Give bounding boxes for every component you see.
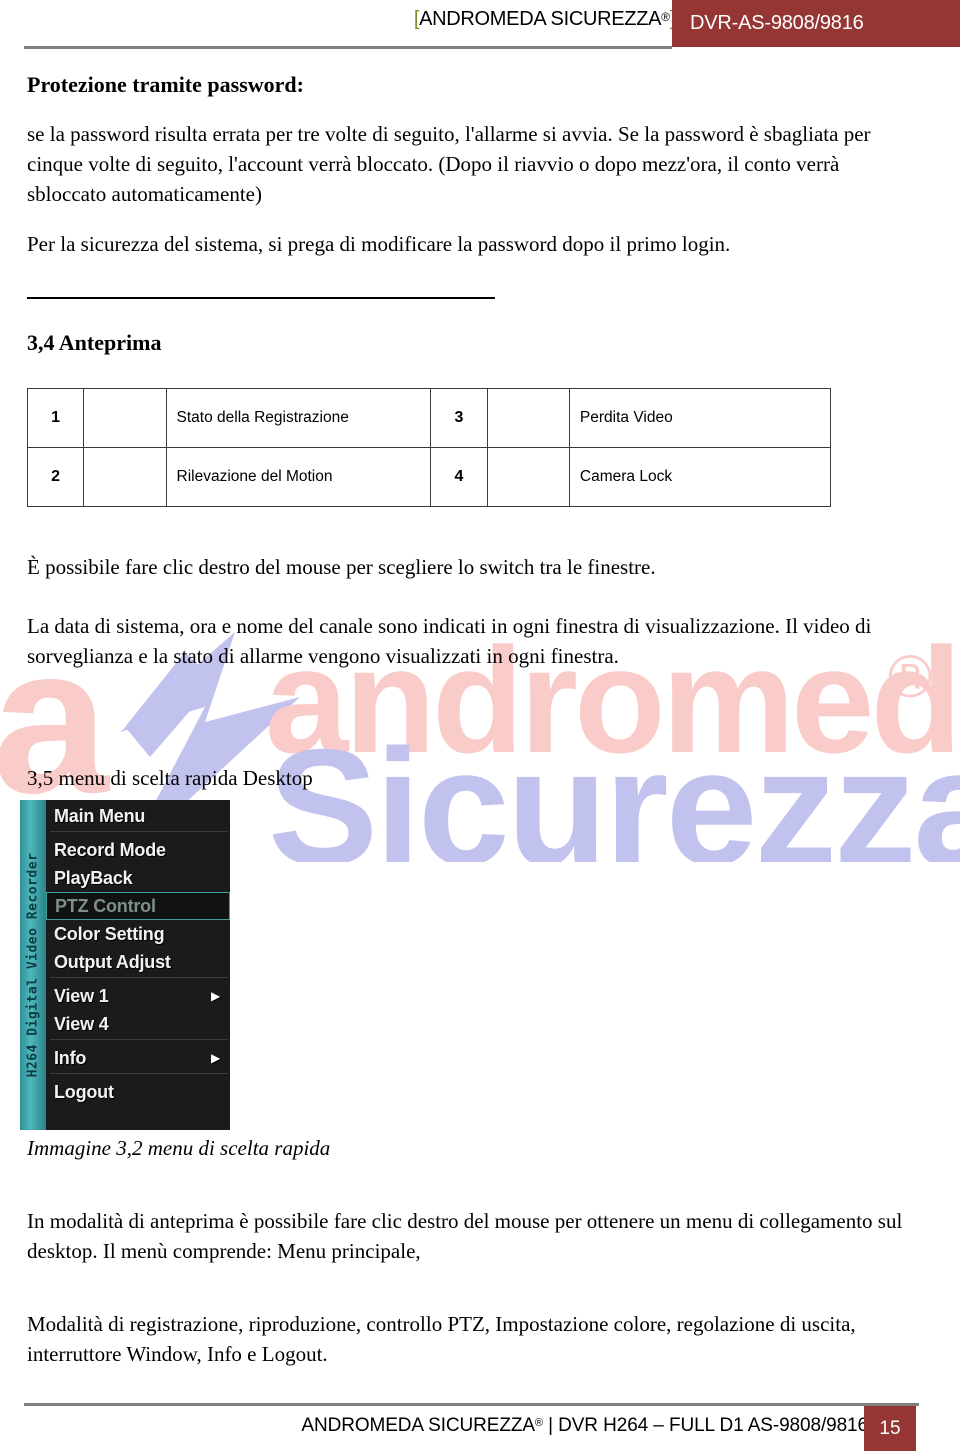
section3-paragraph-2: Modalità di registrazione, riproduzione,… [27,1312,856,1366]
table-cell-label-right: Perdita Video [568,388,832,448]
dvr-menu-separator [50,1039,228,1043]
dvr-menu-item-view-1[interactable]: View 1 ▶ [46,982,230,1010]
dvr-menu-item-label: Color Setting [54,923,165,944]
submenu-arrow-icon: ▶ [210,989,220,1003]
dvr-menu-separator [50,1073,228,1077]
figure-caption: Immagine 3,2 menu di scelta rapida [27,1136,331,1160]
page-number-badge: 15 [864,1406,916,1451]
dvr-menu-item-record-mode[interactable]: Record Mode [46,836,230,864]
section2-title: 3,4 Anteprima [27,330,162,355]
table-row: 1 Stato della Registrazione 3 Perdita Vi… [26,388,832,448]
section1-body: se la password risulta errata per tre vo… [27,122,871,206]
dvr-menu-item-label: Logout [54,1081,114,1102]
dvr-menu-item-main-menu[interactable]: Main Menu [46,802,230,830]
section2-paragraph-1: È possibile fare clic destro del mouse p… [27,555,656,579]
dvr-menu-item-label: PTZ Control [55,895,156,916]
anteprima-table: 1 Stato della Registrazione 3 Perdita Vi… [26,388,832,507]
section1-note: Per la sicurezza del sistema, si prega d… [27,232,731,256]
header-brand-name: ANDROMEDA SICUREZZA [419,8,662,30]
footer-registered: ® [534,1417,543,1429]
table-cell-icon-right [486,388,570,448]
watermark-brand-purple: Sicurezza [268,715,960,862]
table-cell-icon-right [486,447,570,507]
dvr-menu-item-color-setting[interactable]: Color Setting [46,920,230,948]
dvr-menu-item-label: Output Adjust [54,951,171,972]
page-header: [ANDROMEDA SICUREZZA®] DVR-AS-9808/9816 [0,0,960,49]
table-cell-num-left: 2 [26,447,85,507]
table-cell-label-left: Rilevazione del Motion [165,447,432,507]
footer-text: ANDROMEDA SICUREZZA® | DVR H264 – FULL D… [301,1415,868,1437]
section1-title: Protezione tramite password: [27,72,304,97]
footer-divider [24,1403,919,1406]
submenu-arrow-icon: ▶ [210,1051,220,1065]
table-cell-label-left: Stato della Registrazione [165,388,432,448]
dvr-menu-item-output-adjust[interactable]: Output Adjust [46,948,230,976]
dvr-menu-item-playback[interactable]: PlayBack [46,864,230,892]
header-brand-registered: ® [661,10,670,24]
section3-title: 3,5 menu di scelta rapida Desktop [27,766,313,790]
header-model-badge: DVR-AS-9808/9816 [672,0,960,47]
header-divider [24,46,672,49]
dvr-menu-separator [50,977,228,981]
table-cell-label-right: Camera Lock [568,447,832,507]
footer-brand: ANDROMEDA SICUREZZA [301,1415,535,1436]
dvr-menu-item-label: View 4 [54,1013,109,1034]
dvr-menu-separator [50,831,228,835]
dvr-context-menu-figure: H264 Digital Video Recorder Main Menu Re… [20,800,230,1130]
table-cell-icon-left [83,388,167,448]
table-cell-icon-left [83,447,167,507]
footer-model: | DVR H264 – FULL D1 AS-9808/9816 [542,1415,868,1436]
table-cell-num-right: 3 [430,388,488,448]
dvr-menu-item-view-4[interactable]: View 4 [46,1010,230,1038]
dvr-sidebar: H264 Digital Video Recorder [20,800,46,1130]
section3-paragraph-1: In modalità di anteprima è possibile far… [27,1209,903,1263]
table-cell-num-left: 1 [26,388,85,448]
dvr-menu-item-ptz-control[interactable]: PTZ Control [46,892,230,920]
dvr-menu-items: Main Menu Record Mode PlayBack PTZ Contr… [46,800,230,1130]
dvr-sidebar-label: H264 Digital Video Recorder [25,852,41,1078]
header-brand: [ANDROMEDA SICUREZZA®] [414,8,676,31]
table-cell-num-right: 4 [430,447,488,507]
section-divider-rule [27,297,495,299]
dvr-menu-item-info[interactable]: Info ▶ [46,1044,230,1072]
dvr-menu-item-label: Main Menu [54,805,146,826]
table-row: 2 Rilevazione del Motion 4 Camera Lock [26,447,832,507]
dvr-menu-item-label: PlayBack [54,867,133,888]
dvr-menu-item-label: Record Mode [54,839,166,860]
section2-paragraph-2: La data di sistema, ora e nome del canal… [27,614,872,668]
dvr-menu-item-logout[interactable]: Logout [46,1078,230,1106]
dvr-menu-item-label: View 1 [54,985,109,1006]
dvr-menu-item-label: Info [54,1047,87,1068]
